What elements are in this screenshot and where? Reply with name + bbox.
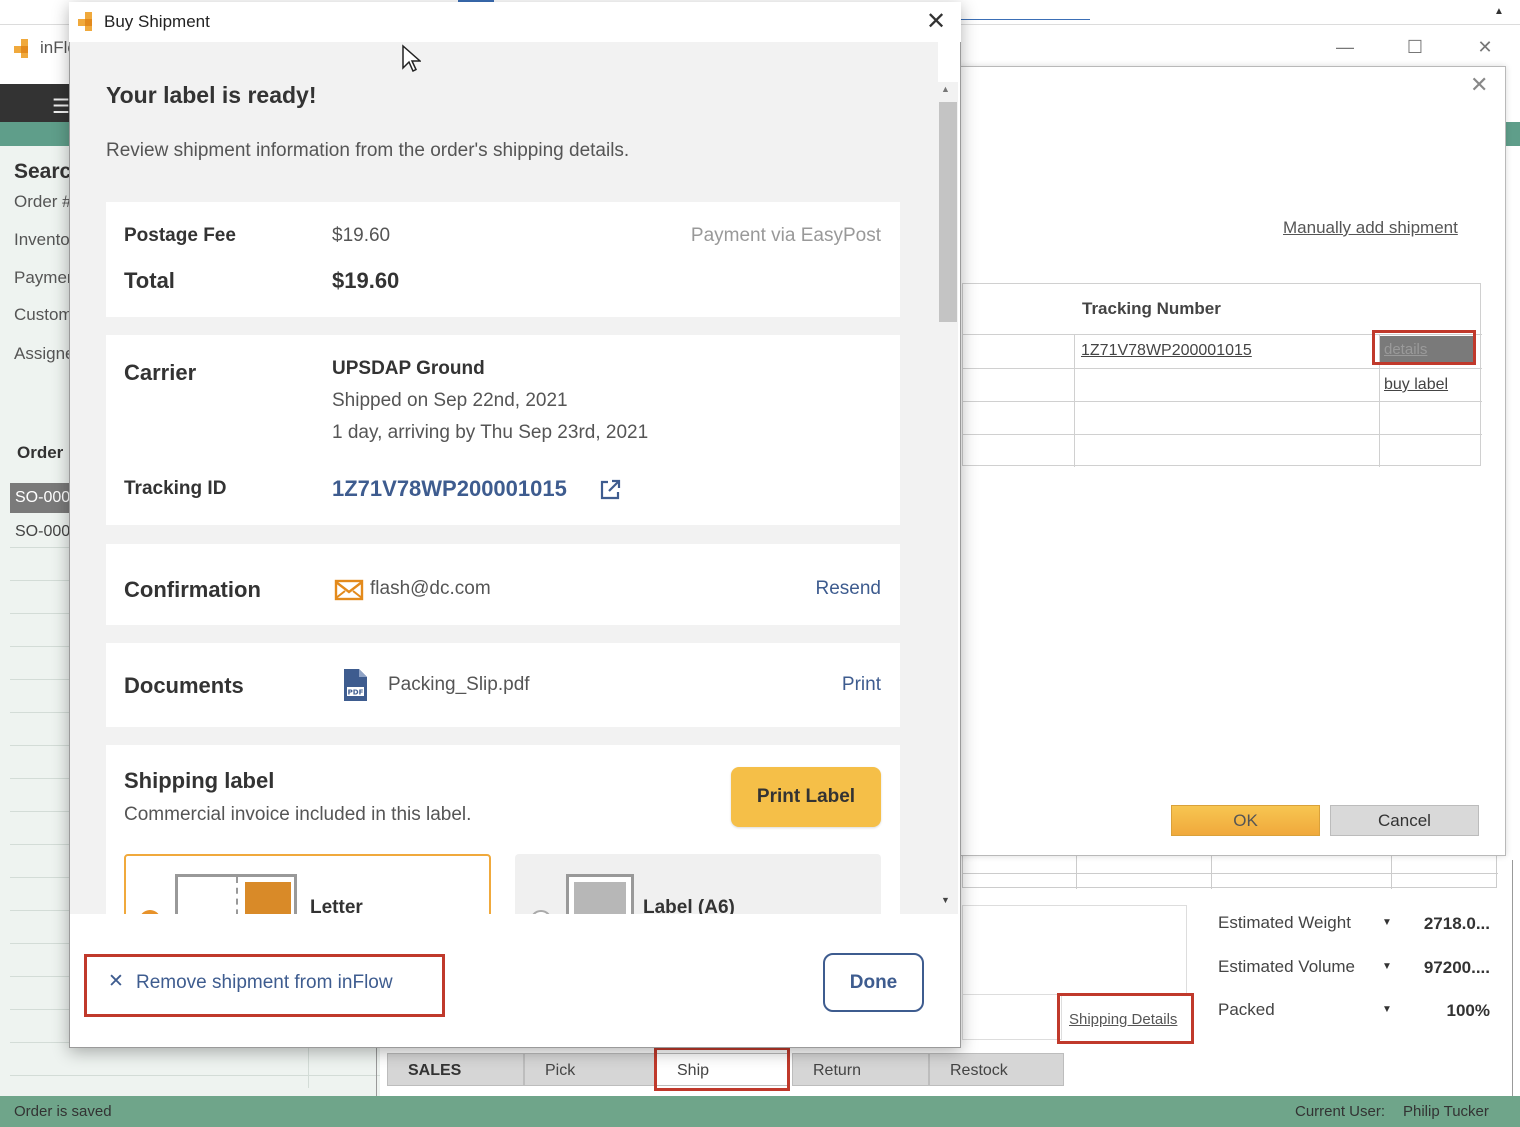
postage-fee-value: $19.60	[332, 225, 391, 246]
inflow-logo-icon	[78, 12, 92, 31]
search-field-order[interactable]: Order #	[14, 192, 72, 212]
svg-text:PDF: PDF	[348, 689, 364, 697]
ok-button[interactable]: OK	[1171, 805, 1320, 836]
close-icon[interactable]: ✕	[922, 8, 950, 36]
pdf-file-icon: PDF	[344, 669, 367, 701]
buy-label-link[interactable]: buy label	[1384, 376, 1448, 394]
document-name: Packing_Slip.pdf	[388, 674, 530, 695]
print-document-link[interactable]: Print	[842, 674, 881, 696]
close-window-icon[interactable]: ✕	[1465, 32, 1505, 62]
packed-label: Packed	[1218, 1000, 1275, 1019]
carrier-label: Carrier	[124, 360, 197, 385]
shipments-table	[962, 283, 1482, 467]
shipped-on-date: Shipped on Sep 22nd, 2021	[332, 390, 568, 411]
scrollbar-thumb[interactable]	[939, 102, 957, 322]
highlight-box	[1057, 993, 1194, 1044]
current-user-name: Philip Tucker	[1403, 1103, 1489, 1120]
minimize-icon[interactable]: —	[1325, 32, 1365, 62]
cancel-button[interactable]: Cancel	[1330, 805, 1479, 836]
buy-shipment-title: Buy Shipment	[104, 12, 210, 31]
manually-add-shipment-link[interactable]: Manually add shipment	[1283, 218, 1458, 238]
confirmation-email: flash@dc.com	[370, 578, 491, 599]
estimated-weight-value: 2718.0...	[1423, 914, 1490, 933]
highlight-box	[1372, 330, 1476, 365]
print-label-button[interactable]: Print Label	[731, 767, 881, 827]
status-message: Order is saved	[14, 1103, 112, 1120]
tracking-number-column-header: Tracking Number	[1082, 299, 1221, 318]
highlight-box	[654, 1047, 790, 1091]
tab-area-border	[376, 1040, 377, 1096]
tab-sales[interactable]: SALES	[387, 1053, 524, 1086]
done-button[interactable]: Done	[823, 953, 924, 1012]
documents-label: Documents	[124, 673, 244, 698]
order-notes-box	[962, 905, 1187, 995]
packed-dropdown-icon[interactable]: ▼	[1382, 1004, 1392, 1015]
label-ready-heading: Your label is ready!	[106, 82, 317, 108]
list-divider	[10, 1075, 380, 1076]
arrival-estimate: 1 day, arriving by Thu Sep 23rd, 2021	[332, 422, 649, 443]
shipping-label-title: Shipping label	[124, 768, 275, 793]
total-label: Total	[124, 268, 175, 293]
carrier-service: UPSDAP Ground	[332, 358, 485, 379]
postage-fee-label: Postage Fee	[124, 225, 236, 246]
tracking-id-label: Tracking ID	[124, 478, 227, 499]
estimated-volume-value: 97200....	[1423, 958, 1490, 977]
estimated-weight-label: Estimated Weight	[1218, 913, 1351, 932]
mail-icon	[334, 579, 364, 601]
hamburger-menu-icon[interactable]: ☰	[52, 94, 70, 119]
maximize-icon[interactable]: ☐	[1395, 32, 1435, 62]
total-value: $19.60	[332, 268, 400, 293]
orders-list-heading: Order	[17, 443, 64, 462]
top-strip-line	[960, 19, 1090, 20]
highlight-box	[84, 954, 445, 1017]
scroll-up-arrow-icon[interactable]: ▲	[941, 84, 950, 94]
resend-link[interactable]: Resend	[816, 578, 882, 600]
shipping-label-subtitle: Commercial invoice included in this labe…	[124, 804, 472, 825]
scroll-up-arrow-icon[interactable]: ▲	[1492, 6, 1506, 18]
main-area-border	[1512, 860, 1513, 1096]
tab-restock[interactable]: Restock	[929, 1053, 1064, 1086]
current-user-label: Current User:	[1295, 1103, 1386, 1120]
status-bar	[0, 1096, 1520, 1127]
mouse-cursor-icon	[402, 44, 421, 72]
order-items-grid	[962, 852, 1498, 889]
label-ready-subheading: Review shipment information from the ord…	[106, 140, 630, 161]
close-icon[interactable]: ✕	[1470, 72, 1488, 98]
tracking-number-cell[interactable]: 1Z71V78WP200001015	[1081, 342, 1252, 360]
external-link-icon[interactable]	[598, 478, 622, 502]
packed-value: 100%	[1446, 1001, 1490, 1020]
estimated-volume-label: Estimated Volume	[1218, 957, 1356, 976]
scroll-down-arrow-icon[interactable]: ▼	[941, 895, 950, 905]
tracking-id-link[interactable]: 1Z71V78WP200001015	[332, 476, 567, 502]
estimated-volume-dropdown-icon[interactable]: ▼	[1382, 961, 1392, 972]
inflow-logo-icon	[14, 39, 28, 58]
tab-pick[interactable]: Pick	[524, 1053, 656, 1086]
tab-return[interactable]: Return	[792, 1053, 929, 1086]
payment-method-text: Payment via EasyPost	[690, 225, 881, 246]
order-notes-box-lower	[962, 995, 1062, 1040]
estimated-weight-dropdown-icon[interactable]: ▼	[1382, 917, 1392, 928]
confirmation-label: Confirmation	[124, 577, 261, 602]
postage-fee-card	[106, 202, 900, 317]
